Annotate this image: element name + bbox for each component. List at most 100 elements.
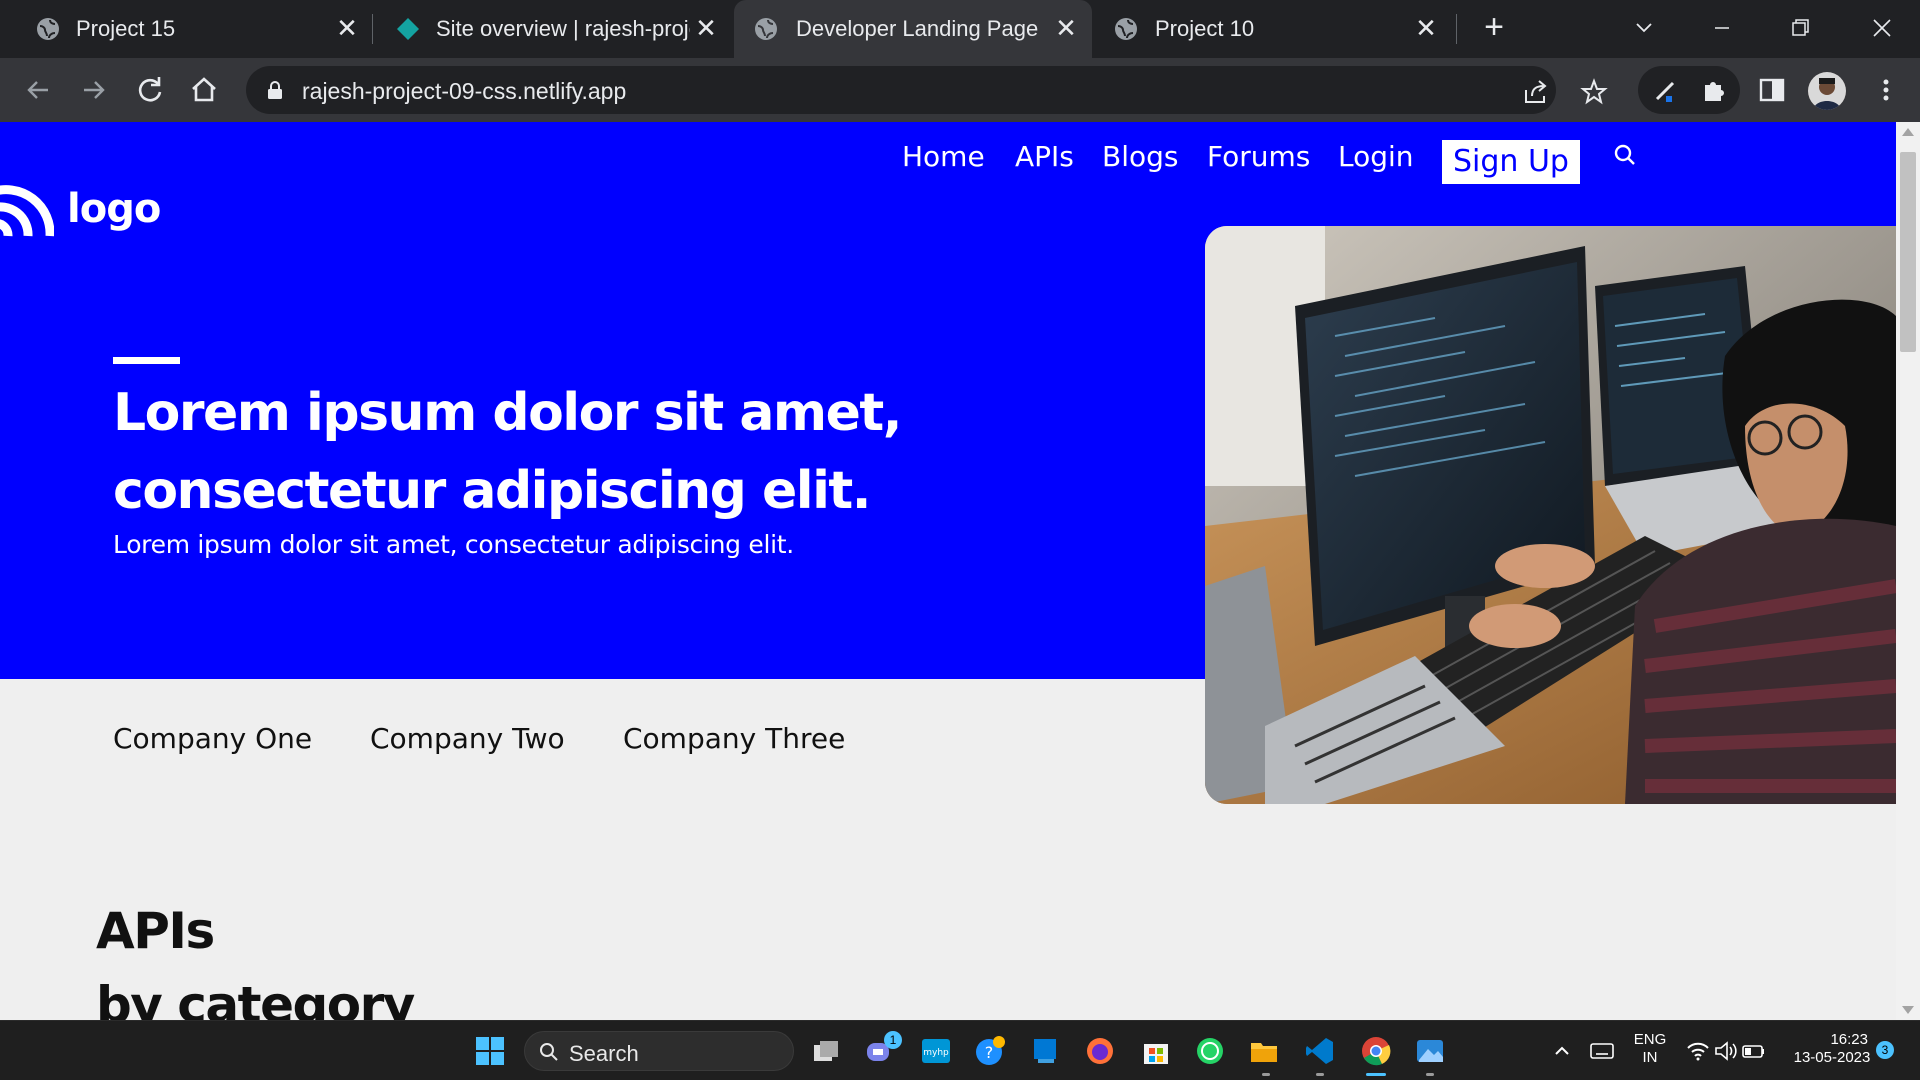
region-code: IN — [1642, 1049, 1658, 1066]
close-icon[interactable]: ✕ — [1052, 14, 1080, 42]
headline-accent-bar — [113, 357, 180, 364]
battery-icon[interactable] — [1740, 1037, 1768, 1065]
hero-headline-line2: consectetur adipiscing elit. — [113, 461, 872, 521]
company-one: Company One — [113, 722, 313, 755]
close-icon[interactable]: ✕ — [692, 14, 720, 42]
nav-home[interactable]: Home — [902, 140, 985, 173]
close-icon[interactable]: ✕ — [333, 14, 361, 42]
hero-headline-line1: Lorem ipsum dolor sit amet, — [113, 383, 903, 443]
developer-photo — [1205, 226, 1896, 804]
tab-title: Site overview | rajesh-proje — [436, 16, 690, 41]
volume-icon[interactable] — [1712, 1037, 1740, 1065]
tab-search-chevron-icon[interactable] — [1624, 10, 1664, 46]
tab-separator — [1456, 14, 1457, 44]
tab-title: Developer Landing Page — [796, 16, 1039, 41]
search-icon[interactable] — [1612, 142, 1638, 168]
firefox-icon[interactable] — [1084, 1035, 1116, 1067]
scroll-up-arrow-icon[interactable] — [1902, 128, 1914, 136]
company-two: Company Two — [370, 722, 565, 755]
scroll-down-arrow-icon[interactable] — [1902, 1006, 1914, 1014]
myhp-icon[interactable]: myhp — [920, 1035, 952, 1067]
keyboard-icon[interactable] — [1588, 1037, 1616, 1065]
close-icon[interactable]: ✕ — [1412, 14, 1440, 42]
minimize-icon[interactable] — [1702, 10, 1742, 46]
windows-start-icon[interactable] — [474, 1035, 506, 1067]
apis-section-subtitle: by category — [96, 976, 415, 1020]
running-indicator — [1262, 1073, 1270, 1076]
puzzle-extensions-icon[interactable] — [1700, 76, 1728, 104]
app-blue-icon[interactable] — [1030, 1035, 1062, 1067]
wifi-icon[interactable] — [1684, 1037, 1712, 1065]
task-view-icon[interactable] — [810, 1035, 842, 1067]
vscode-icon[interactable] — [1304, 1035, 1336, 1067]
back-arrow-icon[interactable] — [20, 72, 56, 108]
chrome-icon[interactable] — [1360, 1035, 1392, 1067]
side-panel-icon[interactable] — [1758, 76, 1786, 104]
page-scrollbar[interactable] — [1896, 122, 1920, 1020]
page-viewport: logo Home APIs Blogs Forums Login Sign U… — [0, 122, 1896, 1020]
reload-icon[interactable] — [132, 72, 168, 108]
new-tab-plus-icon[interactable]: + — [1478, 10, 1510, 44]
clock-time: 16:23 — [1830, 1031, 1868, 1048]
hero-headline: Lorem ipsum dolor sit amet, consectetur … — [113, 374, 913, 530]
clock-date: 13-05-2023 — [1793, 1049, 1871, 1066]
share-icon[interactable] — [1522, 78, 1550, 106]
running-indicator — [1316, 1073, 1324, 1076]
tab-site-overview[interactable]: Site overview | rajesh-proje ✕ — [360, 0, 732, 58]
company-three: Company Three — [623, 722, 846, 755]
restore-icon[interactable] — [1780, 10, 1820, 46]
address-bar[interactable]: rajesh-project-09-css.netlify.app — [246, 66, 1608, 114]
close-window-icon[interactable] — [1862, 10, 1902, 46]
profile-avatar[interactable] — [1808, 72, 1846, 110]
clock[interactable]: 16:23 13-05-2023 — [1782, 1031, 1882, 1067]
pen-extension-icon[interactable] — [1652, 76, 1680, 104]
running-indicator — [1426, 1073, 1434, 1076]
browser-toolbar: rajesh-project-09-css.netlify.app — [0, 58, 1920, 122]
tray-overflow-chevron-icon[interactable] — [1548, 1037, 1576, 1065]
home-icon[interactable] — [186, 72, 222, 108]
signup-button[interactable]: Sign Up — [1442, 140, 1580, 184]
nav-blogs[interactable]: Blogs — [1102, 140, 1178, 173]
search-icon — [540, 1043, 558, 1061]
nav-login[interactable]: Login — [1338, 140, 1414, 173]
running-indicator-active — [1366, 1073, 1386, 1076]
teams-badge: 1 — [884, 1031, 902, 1049]
taskbar-search[interactable]: Search — [524, 1031, 794, 1071]
tab-title: Project 15 — [76, 16, 176, 41]
nav-apis[interactable]: APIs — [1015, 140, 1074, 173]
svg-text:myhp: myhp — [923, 1048, 949, 1058]
more-menu-icon[interactable] — [1872, 76, 1900, 104]
netlify-icon — [397, 18, 419, 40]
svg-text:?: ? — [985, 1043, 994, 1062]
tab-title: Project 10 — [1155, 16, 1255, 41]
tab-project-15[interactable]: Project 15 ✕ — [0, 0, 370, 58]
globe-icon — [37, 18, 59, 40]
tab-developer-landing-page[interactable]: Developer Landing Page ✕ — [734, 0, 1092, 58]
bookmark-star-icon[interactable] — [1580, 78, 1608, 106]
taskbar-search-label: Search — [569, 1041, 639, 1066]
whatsapp-icon[interactable] — [1194, 1035, 1226, 1067]
file-explorer-icon[interactable] — [1248, 1035, 1280, 1067]
language-code: ENG — [1633, 1031, 1667, 1048]
notification-badge[interactable]: 3 — [1876, 1041, 1894, 1059]
apis-section-title: APIs — [96, 902, 215, 960]
hero-developer-image — [1205, 226, 1896, 804]
globe-icon — [755, 18, 777, 40]
extensions-group — [1638, 66, 1740, 114]
tab-strip: Project 15 ✕ Site overview | rajesh-proj… — [0, 0, 1920, 58]
language-indicator[interactable]: ENG IN — [1630, 1031, 1670, 1067]
microsoft-store-icon[interactable] — [1140, 1035, 1172, 1067]
avatar-image — [1808, 72, 1846, 110]
url-text[interactable]: rajesh-project-09-css.netlify.app — [302, 78, 626, 105]
windows-taskbar: Search 1 myhp ? ENG IN 16:23 13-05-2023 … — [0, 1020, 1920, 1080]
logo-text: logo — [67, 186, 161, 232]
help-icon[interactable]: ? — [974, 1035, 1006, 1067]
forward-arrow-icon[interactable] — [76, 72, 112, 108]
logo-mark-icon — [0, 185, 54, 237]
nav-forums[interactable]: Forums — [1207, 140, 1310, 173]
scroll-thumb[interactable] — [1900, 152, 1916, 352]
globe-icon — [1115, 18, 1137, 40]
lock-icon[interactable] — [266, 80, 284, 100]
photos-icon[interactable] — [1414, 1035, 1446, 1067]
tab-project-10[interactable]: Project 10 ✕ — [1092, 0, 1458, 58]
